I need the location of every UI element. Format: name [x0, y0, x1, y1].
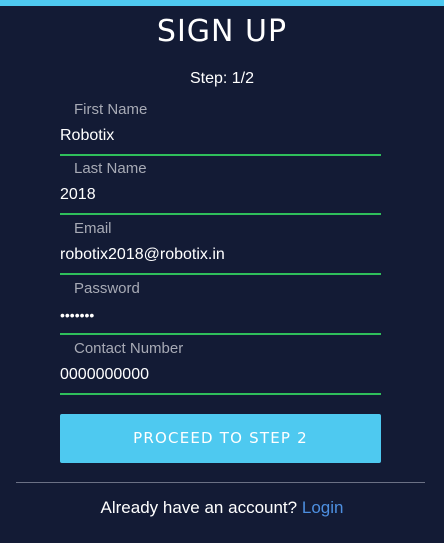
last-name-input[interactable] — [60, 183, 381, 207]
password-input[interactable] — [60, 303, 381, 327]
login-prompt-text: Already have an account? — [100, 498, 298, 517]
email-field: Email — [60, 220, 381, 279]
email-input[interactable] — [60, 243, 381, 267]
proceed-to-step-2-button[interactable]: PROCEED TO STEP 2 — [60, 414, 381, 463]
top-accent-bar — [0, 0, 444, 6]
step-indicator: Step: 1/2 — [189, 70, 255, 87]
contact-number-underline — [60, 393, 381, 395]
first-name-underline — [60, 154, 381, 156]
first-name-field: First Name — [60, 101, 381, 160]
login-link[interactable]: Login — [302, 498, 344, 517]
email-label: Email — [74, 220, 112, 237]
login-prompt: Already have an account? Login — [0, 498, 444, 518]
first-name-label: First Name — [74, 101, 148, 118]
password-underline — [60, 333, 381, 335]
contact-number-field: Contact Number — [60, 340, 381, 399]
page-title: SIGN UP — [156, 14, 288, 49]
contact-number-input[interactable] — [60, 363, 381, 387]
divider — [16, 482, 425, 483]
password-label: Password — [74, 280, 140, 297]
email-underline — [60, 273, 381, 275]
last-name-underline — [60, 213, 381, 215]
contact-number-label: Contact Number — [74, 340, 184, 357]
last-name-field: Last Name — [60, 160, 381, 219]
last-name-label: Last Name — [74, 160, 147, 177]
first-name-input[interactable] — [60, 124, 381, 148]
password-field: Password — [60, 280, 381, 339]
